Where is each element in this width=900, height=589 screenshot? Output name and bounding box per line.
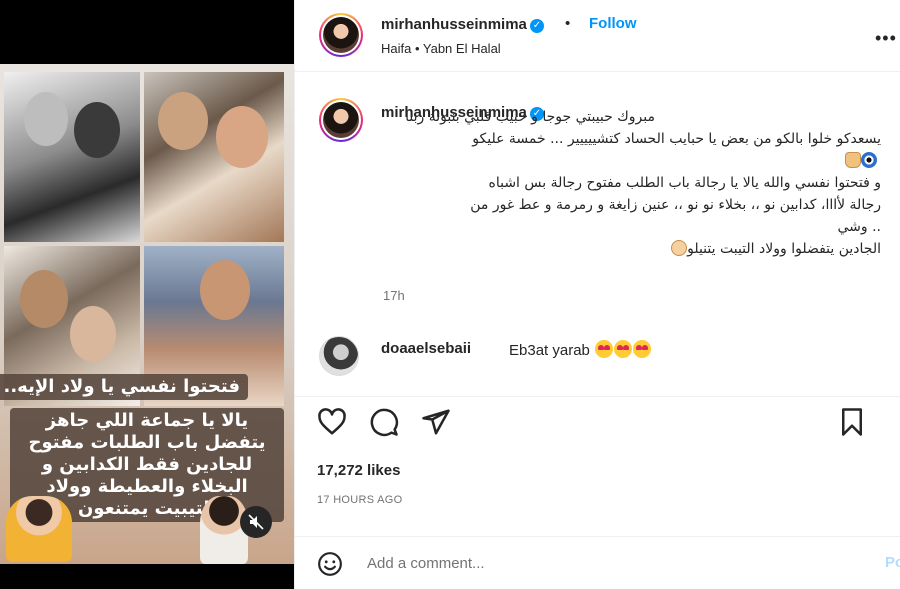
author-username[interactable]: mirhanhusseinmima: [381, 16, 527, 33]
sticker-illustration: [6, 496, 72, 562]
caption-emoji-line: [315, 150, 881, 172]
story-overlay-text: فتحتوا نفسي يا ولاد الإيه..: [0, 374, 248, 400]
heart-eyes-icon: [614, 340, 633, 358]
caption-line: مبروك حبيبتي جوجا و حبيب قلبي بنبونة ربن…: [405, 109, 655, 125]
comment-text: Eb3at yarab: [509, 340, 652, 359]
fist-icon: [671, 240, 688, 256]
photo-face: [70, 306, 116, 362]
caption-line: رجالة لأااا، كدابين نو ،، بخلاء نو نو ،،…: [470, 197, 881, 213]
comment-icon[interactable]: [369, 407, 399, 437]
collage-photo: [4, 72, 140, 242]
post-caption: مبروك حبيبتي جوجا و حبيب قلبي بنبونة ربن…: [315, 106, 881, 260]
share-icon[interactable]: [421, 407, 451, 437]
caption-line: .. وشي: [837, 219, 881, 235]
caption-line: يسعدكو خلوا بالكو من بعض يا حبايب الحساد…: [472, 131, 881, 147]
photo-face: [24, 92, 68, 146]
post-time-ago[interactable]: 17 HOURS AGO: [317, 494, 403, 506]
commenter-avatar[interactable]: [319, 336, 359, 376]
likes-count[interactable]: 17,272 likes: [317, 462, 400, 479]
photo-face: [74, 102, 120, 158]
collage-photo: [144, 72, 284, 242]
caption-line: و فتحتوا نفسي والله يالا يا رجالة باب ال…: [488, 175, 882, 191]
heart-eyes-icon: [595, 340, 614, 358]
heart-eyes-icon: [633, 340, 652, 358]
verified-badge-icon: ✓: [529, 19, 544, 33]
caption-timestamp[interactable]: 17h: [383, 288, 405, 303]
emoji-icon[interactable]: [317, 551, 343, 577]
add-comment-bar: Post: [295, 536, 900, 589]
caption-last-line: الجادين يتفضلوا وولاد التيبت يتنيلو: [315, 238, 881, 260]
photo-face: [216, 106, 268, 168]
raised-hand-icon: [845, 152, 861, 168]
sticker-illustration: [200, 496, 248, 564]
post-actions-bar: [295, 396, 900, 448]
heart-icon[interactable]: [317, 407, 347, 437]
post-comment-button[interactable]: Post: [885, 554, 900, 571]
photo-face: [20, 270, 68, 328]
bookmark-icon[interactable]: [837, 407, 867, 437]
author-avatar[interactable]: [319, 13, 363, 57]
comment-body: Eb3at yarab: [509, 342, 590, 359]
follow-button[interactable]: Follow: [589, 15, 637, 32]
mute-button[interactable]: [240, 506, 272, 538]
photo-face: [200, 260, 250, 320]
post-location[interactable]: Haifa • Yabn El Halal: [381, 41, 501, 56]
comment-username[interactable]: doaaelsebaii: [381, 340, 471, 357]
mute-icon: [248, 514, 264, 530]
evil-eye-icon: [861, 152, 877, 168]
post-header: mirhanhusseinmima ✓ • Follow Haifa • Yabn…: [295, 0, 900, 72]
caption-line: الجادين يتفضلوا وولاد التيبت يتنيلو: [687, 241, 881, 257]
more-options-icon[interactable]: •••: [875, 28, 897, 49]
post-details-panel: mirhanhusseinmima ✓ • Follow Haifa • Yabn…: [294, 0, 900, 589]
separator-dot: •: [565, 15, 571, 32]
post-media[interactable]: فتحتوا نفسي يا ولاد الإيه.. يالا يا جماع…: [0, 0, 294, 589]
photo-face: [158, 92, 208, 150]
author-username-link[interactable]: mirhanhusseinmima ✓: [381, 16, 544, 33]
story-collage-image: فتحتوا نفسي يا ولاد الإيه.. يالا يا جماع…: [0, 64, 294, 564]
comment-input[interactable]: [367, 551, 867, 575]
